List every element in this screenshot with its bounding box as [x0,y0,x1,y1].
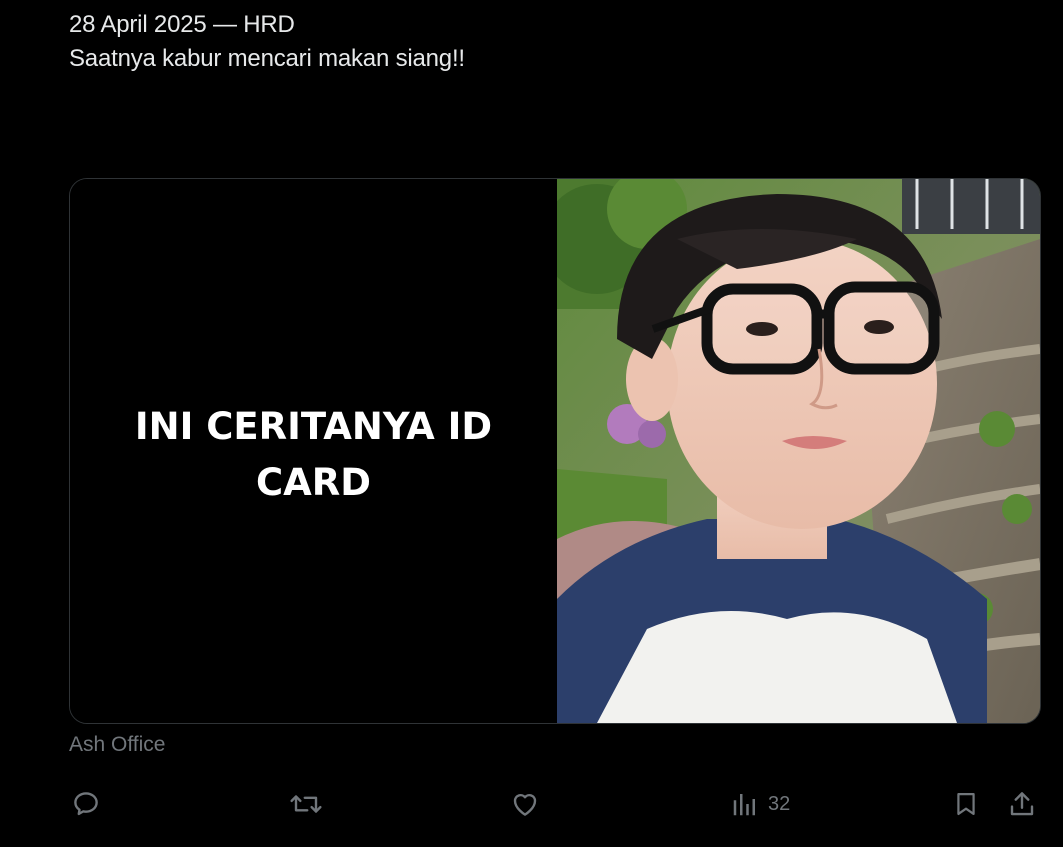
share-button[interactable] [1007,782,1037,826]
views-button[interactable]: 32 [730,782,790,826]
tweet-text-line-1: 28 April 2025 — HRD [69,11,295,38]
heart-icon [509,789,541,819]
like-button[interactable] [509,782,541,826]
tweet-page: 28 April 2025 — HRD Saatnya kabur mencar… [0,0,1063,847]
views-count: 32 [768,792,791,815]
share-icon [1007,789,1037,819]
bookmark-icon [952,789,980,819]
reply-icon [71,789,101,819]
bar-chart-icon [730,789,760,819]
tweet-text-line-2: Saatnya kabur mencari makan siang!! [69,45,465,72]
retweet-button[interactable] [288,782,324,826]
retweet-icon [288,789,324,819]
bookmark-button[interactable] [952,782,980,826]
portrait-photo[interactable] [557,179,1040,723]
tweet-actions-bar: 32 [0,782,1063,826]
media-card[interactable]: INI CERITANYA ID CARD [69,178,1041,724]
card-caption: INI CERITANYA ID CARD [134,405,493,504]
tweet-text: 28 April 2025 — HRD Saatnya kabur mencar… [69,8,465,76]
attribution-label[interactable]: Ash Office [69,731,166,759]
reply-button[interactable] [71,782,101,826]
card-caption-panel: INI CERITANYA ID CARD [70,179,557,723]
